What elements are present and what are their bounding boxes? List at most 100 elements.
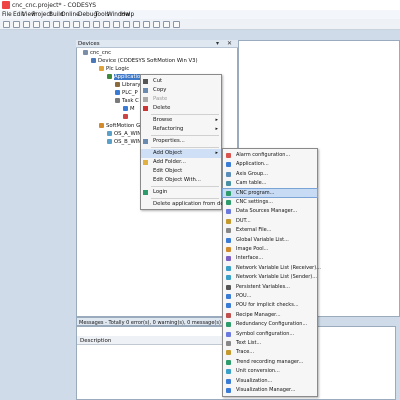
add-object-item[interactable]: POU for implicit checks... <box>223 301 317 310</box>
object-type-icon <box>226 256 231 262</box>
tree-item[interactable]: cnc_cnc <box>83 50 111 57</box>
panel-menu-icon[interactable]: ▾ <box>216 40 219 47</box>
context-menu-item[interactable]: Properties... <box>141 137 221 146</box>
add-object-item[interactable]: Trend recording manager... <box>223 358 317 367</box>
toolbar-button[interactable] <box>33 21 40 28</box>
tree-node-icon <box>107 131 112 136</box>
toolbar-button[interactable] <box>63 21 70 28</box>
context-menu-item[interactable]: Edit Object <box>141 167 221 176</box>
add-object-item[interactable]: CNC program... <box>222 187 318 199</box>
add-object-item[interactable]: Unit conversion... <box>223 367 317 376</box>
toolbar-button[interactable] <box>13 21 20 28</box>
toolbar-button[interactable] <box>153 21 160 28</box>
toolbar-button[interactable] <box>163 21 170 28</box>
tree-item[interactable]: Task C <box>115 98 139 105</box>
toolbar-button[interactable] <box>113 21 120 28</box>
context-menu-item[interactable]: Cut <box>141 77 221 86</box>
add-object-item[interactable]: CNC settings... <box>223 198 317 207</box>
add-object-label: Persistent Variables... <box>236 283 290 290</box>
context-menu-label: Add Object <box>153 150 183 156</box>
object-type-icon <box>226 209 231 215</box>
add-object-item[interactable]: Axis Group... <box>223 170 317 179</box>
add-object-item[interactable]: POU... <box>223 292 317 301</box>
add-object-label: Recipe Manager... <box>236 311 281 318</box>
object-type-icon <box>226 312 231 318</box>
tree-item[interactable]: Device (CODESYS SoftMotion Win V3) <box>91 58 198 65</box>
toolbar-button[interactable] <box>53 21 60 28</box>
toolbar-button[interactable] <box>23 21 30 28</box>
toolbar-button[interactable] <box>3 21 10 28</box>
context-menu-item[interactable]: Login <box>141 188 221 197</box>
add-object-item[interactable]: Image Pool... <box>223 245 317 254</box>
context-menu-item[interactable]: Refactoring ▸ <box>141 125 221 134</box>
menu-0[interactable]: File <box>2 12 12 18</box>
tree-item[interactable]: SoftMotion Ger <box>99 123 146 130</box>
context-menu-item[interactable]: Delete <box>141 104 221 113</box>
add-object-item[interactable]: Persistent Variables... <box>223 283 317 292</box>
add-object-label: DUT... <box>236 217 251 224</box>
toolbar-button[interactable] <box>123 21 130 28</box>
messages-column-header: Description <box>77 336 222 345</box>
add-object-item[interactable]: Global Variable List... <box>223 236 317 245</box>
context-menu-item[interactable]: Copy <box>141 86 221 95</box>
toolbar-button[interactable] <box>103 21 110 28</box>
add-object-item[interactable]: Cam table... <box>223 179 317 188</box>
add-object-item[interactable]: External File... <box>223 226 317 235</box>
add-object-item[interactable]: Symbol configuration... <box>223 330 317 339</box>
toolbar-button[interactable] <box>93 21 100 28</box>
add-object-item[interactable]: Visualization... <box>223 377 317 386</box>
context-menu-item[interactable]: Add Object ▸ <box>141 149 221 158</box>
toolbar-button[interactable] <box>83 21 90 28</box>
context-menu-item[interactable]: Paste <box>141 95 221 104</box>
add-object-item[interactable]: Alarm configuration... <box>223 151 317 160</box>
add-object-item[interactable]: Application... <box>223 160 317 169</box>
toolbar-button[interactable] <box>133 21 140 28</box>
object-type-icon <box>226 369 231 375</box>
menu-separator <box>151 135 219 136</box>
menu-5[interactable]: Online <box>61 12 80 18</box>
tree-item[interactable]: Application <box>107 74 144 81</box>
toolbar-button[interactable] <box>73 21 80 28</box>
context-menu-item[interactable]: Edit Object With... <box>141 176 221 185</box>
toolbar-button[interactable] <box>43 21 50 28</box>
object-type-icon <box>226 388 231 393</box>
tree-item-label: M <box>130 106 135 112</box>
context-menu-item[interactable]: Delete application from device <box>141 200 234 209</box>
tree-item[interactable]: M <box>123 106 135 113</box>
login-icon <box>143 190 148 195</box>
tree-item-label: PLC_P <box>122 90 138 96</box>
add-object-item[interactable]: Text List... <box>223 339 317 348</box>
panel-close-icon[interactable]: ✕ <box>227 40 232 47</box>
toolbar-button[interactable] <box>143 21 150 28</box>
add-object-item[interactable]: Recipe Manager... <box>223 311 317 320</box>
tree-node-icon <box>107 139 112 144</box>
add-object-item[interactable]: Network Variable List (Sender)... <box>223 273 317 282</box>
description-column-label: Description <box>80 337 112 344</box>
context-menu-item[interactable]: Browse ▸ <box>141 116 221 125</box>
messages-bar[interactable]: Messages - Totally 0 error(s), 0 warning… <box>76 317 238 326</box>
menu-9[interactable]: Help <box>121 12 134 18</box>
tree-item[interactable]: OS_A_WIN <box>107 131 141 138</box>
context-menu-item[interactable]: Add Folder... <box>141 158 221 167</box>
add-object-item[interactable]: Network Variable List (Receiver)... <box>223 264 321 273</box>
toolbar-button[interactable] <box>173 21 180 28</box>
add-object-item[interactable]: Visualization Manager... <box>223 386 317 395</box>
tree-item[interactable]: Plc Logic <box>99 66 129 73</box>
add-object-item[interactable]: Redundancy Configuration... <box>223 320 317 329</box>
add-object-item[interactable]: Data Sources Manager... <box>223 207 317 216</box>
context-menu: Cut Copy Paste Delete Browse ▸ Refactoring ▸ Pro… <box>140 74 234 210</box>
add-object-label: Visualization Manager... <box>236 387 296 393</box>
context-menu-label: Edit Object With... <box>153 177 201 183</box>
tree-item[interactable]: PLC_P <box>115 90 138 97</box>
add-object-label: Network Variable List (Sender)... <box>236 274 318 281</box>
tree-item[interactable] <box>123 114 130 121</box>
tree-item[interactable]: OS_B_WIN <box>107 139 141 146</box>
tree-item[interactable]: Library <box>115 82 141 89</box>
add-object-label: Redundancy Configuration... <box>236 321 308 328</box>
add-object-item[interactable]: Trace... <box>223 348 317 357</box>
add-object-item[interactable]: Interface... <box>223 254 317 263</box>
add-object-label: Network Variable List (Receiver)... <box>236 264 321 271</box>
add-object-item[interactable]: DUT... <box>223 217 317 226</box>
tree-node-icon <box>115 90 120 95</box>
add-object-label: Symbol configuration... <box>236 330 295 337</box>
